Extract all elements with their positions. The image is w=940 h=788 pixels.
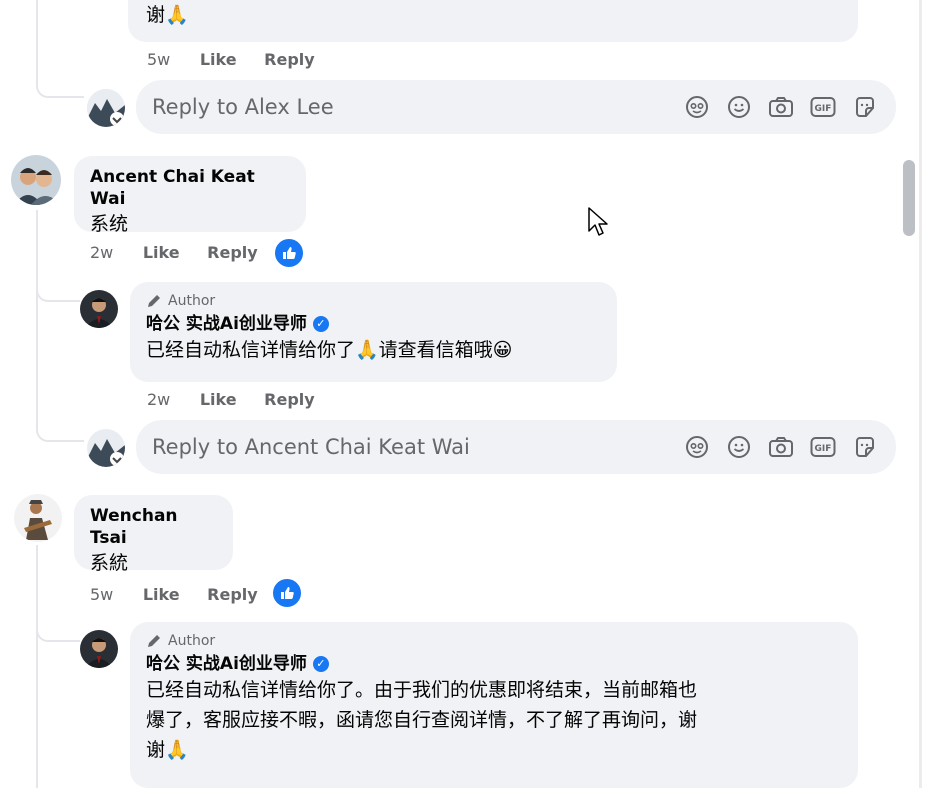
comment-bubble: Ancent Chai Keat Wai 系统 (74, 156, 306, 235)
author-tag: Author (146, 292, 603, 310)
scrollbar-thumb[interactable] (903, 160, 915, 236)
author-name[interactable]: 哈公 实战Ai创业导师 (146, 314, 307, 334)
author-tag: Author (146, 632, 844, 650)
camera-icon[interactable] (766, 432, 796, 462)
author-name-row: 哈公 实战Ai创业导师 ✓ (146, 653, 844, 675)
comment-text: 系统 (90, 213, 129, 235)
reply-input[interactable]: Reply to Ancent Chai Keat Wai (152, 435, 676, 459)
timestamp: 5w (90, 585, 114, 604)
avatar-sticker-icon[interactable] (682, 432, 712, 462)
comment-text: 谢🙏 (146, 4, 189, 26)
like-button[interactable]: Like (143, 585, 180, 604)
pencil-icon (148, 295, 160, 307)
thread-line (36, 545, 38, 788)
comment-text: 系統 (90, 552, 129, 574)
avatar-sticker-icon[interactable] (682, 92, 712, 122)
verified-badge-icon: ✓ (312, 316, 329, 332)
comment-actions: 2w Like Reply (147, 390, 337, 410)
emoji-icon[interactable] (724, 92, 754, 122)
mouse-cursor-icon (588, 207, 608, 241)
gif-icon[interactable]: GIF (808, 432, 838, 462)
reply-button[interactable]: Reply (264, 390, 315, 409)
author-tag-label: Author (168, 293, 216, 309)
comment-bubble: 谢🙏 (128, 0, 858, 42)
like-reaction-icon[interactable] (271, 577, 303, 609)
author-avatar[interactable] (80, 630, 118, 668)
camera-icon[interactable] (766, 92, 796, 122)
commenter-name[interactable]: Ancent Chai Keat Wai (90, 166, 292, 210)
reply-input-box[interactable]: Reply to Ancent Chai Keat Wai GIF (136, 420, 896, 474)
comment-actions: 5w Like Reply (147, 50, 337, 70)
reply-button[interactable]: Reply (207, 585, 258, 604)
like-button[interactable]: Like (200, 390, 237, 409)
author-name[interactable]: 哈公 实战Ai创业导师 (146, 654, 307, 674)
reply-input-box[interactable]: Reply to Alex Lee GIF (136, 80, 896, 134)
like-button[interactable]: Like (143, 243, 180, 262)
current-user-avatar (87, 89, 125, 127)
comment-actions: 2w Like Reply (90, 243, 280, 263)
author-avatar[interactable] (80, 290, 118, 328)
author-reply-bubble: Author 哈公 实战Ai创业导师 ✓ 已经自动私信详情给你了🙏请查看信箱哦😀 (130, 282, 617, 382)
svg-text:GIF: GIF (815, 444, 832, 454)
sticker-icon[interactable] (850, 92, 880, 122)
sticker-icon[interactable] (850, 432, 880, 462)
comment-bubble: Wenchan Tsai 系統 (74, 495, 233, 574)
author-reply-text-line: 谢🙏 (146, 739, 189, 761)
verified-badge-icon: ✓ (312, 656, 329, 672)
like-button[interactable]: Like (200, 50, 237, 69)
comment-actions: 5w Like Reply (90, 585, 280, 605)
commenter-name[interactable]: Wenchan Tsai (90, 505, 219, 549)
thread-curve (36, 400, 84, 442)
author-reply-text-line: 爆了，客服应接不暇，函请您自行查阅详情，不了解了再询问，谢 (146, 709, 698, 731)
commenter-avatar[interactable] (14, 494, 62, 542)
reply-button[interactable]: Reply (207, 243, 258, 262)
thread-curve (36, 60, 84, 98)
emoji-icon[interactable] (724, 432, 754, 462)
timestamp: 2w (90, 243, 114, 262)
author-reply-text-line: 已经自动私信详情给你了。由于我们的优惠即将结束，当前邮箱也 (146, 679, 698, 701)
like-reaction-icon[interactable] (273, 237, 305, 269)
author-reply-bubble: Author 哈公 实战Ai创业导师 ✓ 已经自动私信详情给你了。由于我们的优惠即… (130, 622, 858, 788)
author-reply-text: 已经自动私信详情给你了🙏请查看信箱哦😀 (146, 339, 513, 361)
author-tag-label: Author (168, 633, 216, 649)
gif-icon[interactable]: GIF (808, 92, 838, 122)
pencil-icon (148, 635, 160, 647)
reply-input[interactable]: Reply to Alex Lee (152, 95, 676, 119)
timestamp: 5w (147, 50, 171, 69)
reply-button[interactable]: Reply (264, 50, 315, 69)
current-user-avatar (87, 429, 125, 467)
author-name-row: 哈公 实战Ai创业导师 ✓ (146, 313, 603, 335)
thread-curve (36, 610, 80, 642)
thread-curve (36, 270, 80, 302)
commenter-avatar[interactable] (11, 155, 61, 205)
timestamp: 2w (147, 390, 171, 409)
svg-text:GIF: GIF (815, 104, 832, 114)
thread-line (36, 210, 38, 410)
scrollbar-track[interactable] (919, 0, 922, 788)
